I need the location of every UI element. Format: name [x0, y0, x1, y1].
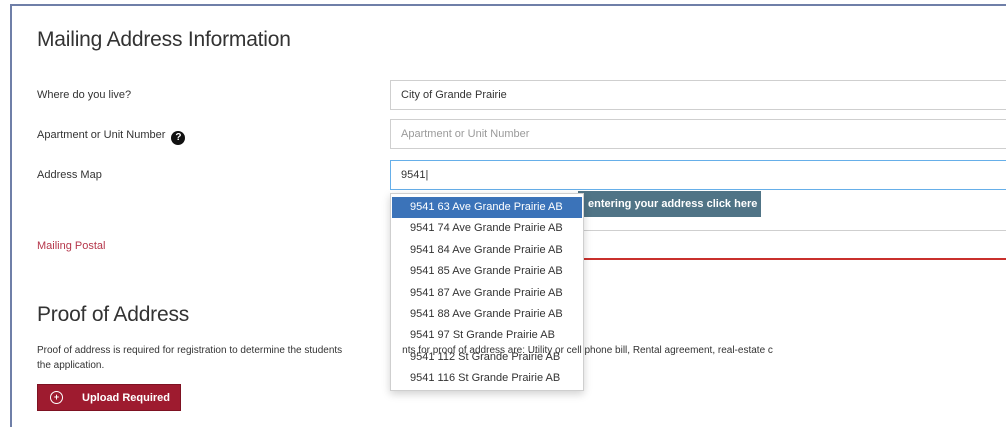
mailing-section-title: Mailing Address Information	[37, 28, 291, 51]
where-field[interactable]	[390, 80, 1006, 110]
address-map-input[interactable]	[390, 160, 1006, 190]
suggestion-item[interactable]: 9541 84 Ave Grande Prairie AB	[392, 240, 582, 261]
suggestion-item[interactable]: 9541 87 Ave Grande Prairie AB	[392, 283, 582, 304]
suggestion-item[interactable]: 9541 85 Ave Grande Prairie AB	[392, 261, 582, 282]
suggestion-item[interactable]: 9541 88 Ave Grande Prairie AB	[392, 304, 582, 325]
proof-description-left: Proof of address is required for registr…	[37, 345, 343, 356]
plus-circle-icon: +	[50, 391, 63, 404]
suggestion-item[interactable]: 9541 63 Ave Grande Prairie AB	[392, 197, 582, 219]
postal-label: Mailing Postal	[37, 240, 106, 252]
address-map-label: Address Map	[37, 169, 102, 181]
suggestion-item[interactable]: 9541 74 Ave Grande Prairie AB	[392, 218, 582, 239]
proof-section-title: Proof of Address	[37, 303, 190, 326]
question-circle-icon[interactable]: ?	[171, 130, 186, 145]
manual-address-button[interactable]: entering your address click here	[578, 191, 761, 217]
upload-required-button[interactable]: + Upload Required	[37, 384, 181, 411]
proof-description-right: nts for proof of address are: Utility or…	[402, 345, 773, 356]
proof-description-line2: the application.	[37, 360, 105, 371]
upload-button-label: Upload Required	[82, 391, 171, 404]
unit-label-text: Apartment or Unit Number	[37, 129, 166, 141]
proof-description: Proof of address is required for registr…	[37, 343, 997, 373]
unit-number-field[interactable]	[390, 119, 1006, 149]
where-label: Where do you live?	[37, 89, 132, 101]
unit-label: Apartment or Unit Number?	[37, 129, 186, 145]
